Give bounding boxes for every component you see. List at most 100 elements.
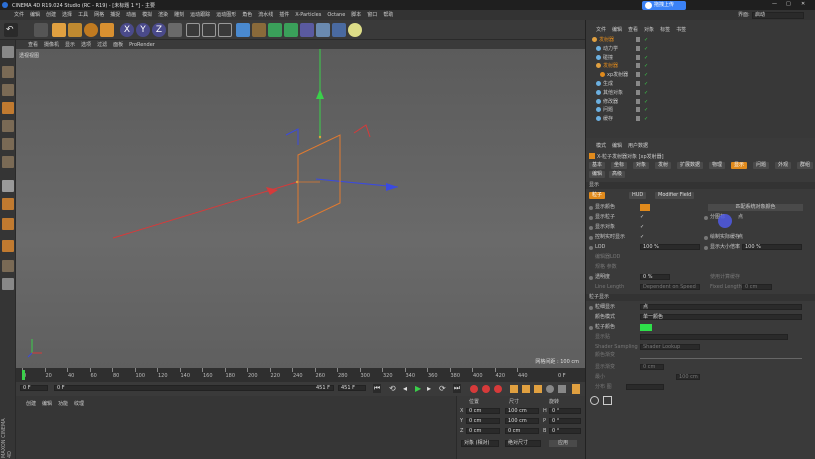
menu-item[interactable]: 工具: [78, 10, 88, 20]
enabled-check-icon[interactable]: ✓: [644, 36, 648, 44]
attribute-tab[interactable]: 外观: [775, 162, 792, 169]
object-manager-menu-item[interactable]: 书签: [676, 25, 686, 35]
render-settings-button[interactable]: [218, 23, 232, 37]
control-display-check[interactable]: ✓: [640, 235, 645, 240]
timeline-ruler[interactable]: 0204060801001201401601802002202402602803…: [16, 368, 585, 382]
enabled-check-icon[interactable]: ✓: [644, 45, 648, 53]
camera-icon[interactable]: [332, 23, 346, 37]
undo-button[interactable]: ↶: [4, 23, 18, 37]
rotate-button[interactable]: [84, 23, 98, 37]
lock-y-button[interactable]: Y: [136, 23, 150, 37]
display-subtab[interactable]: Modifier Field: [655, 192, 695, 199]
max-size-field[interactable]: 100 cm: [676, 374, 700, 380]
attribute-menu-item[interactable]: 编辑: [612, 141, 622, 151]
coord-position-field[interactable]: 0 cm: [466, 408, 500, 414]
particle-display-select[interactable]: 点: [640, 304, 802, 310]
brush-icon[interactable]: [2, 240, 14, 252]
visibility-dot-icon[interactable]: [636, 54, 640, 60]
coordinate-system-button[interactable]: [168, 23, 182, 37]
attribute-tab[interactable]: 高级: [609, 171, 626, 178]
snap-icon[interactable]: [2, 218, 14, 230]
next-frame-icon[interactable]: ▸: [427, 384, 431, 393]
lock-z-button[interactable]: Z: [152, 23, 166, 37]
line-length-select[interactable]: Dependent on Speed: [640, 284, 700, 290]
object-tree-row[interactable]: 其他对象 ✓: [592, 89, 812, 97]
perspective-viewport[interactable]: 透视视图 网格间距 : 100 cm: [16, 49, 585, 368]
fixed-length-field[interactable]: 0 cm: [742, 284, 772, 290]
coord-rotation-field[interactable]: 0 °: [549, 408, 581, 414]
key-position-icon[interactable]: [510, 385, 518, 393]
help-icon[interactable]: [590, 396, 599, 405]
object-tree-row[interactable]: 问题 ✓: [592, 106, 812, 114]
timeline-playhead[interactable]: [22, 370, 25, 380]
coord-position-field[interactable]: 0 cm: [466, 428, 500, 434]
anim-dot[interactable]: [589, 246, 593, 250]
anim-dot[interactable]: [589, 216, 593, 220]
object-tree-row[interactable]: 生成 ✓: [592, 80, 812, 88]
visibility-dot-icon[interactable]: [636, 37, 640, 42]
menu-item[interactable]: 编辑: [30, 10, 40, 20]
display-color-swatch[interactable]: [640, 204, 650, 211]
end-frame-field[interactable]: 451 F: [338, 385, 366, 391]
object-tree-row[interactable]: 发射器 ✓: [592, 36, 812, 44]
particle-color-swatch[interactable]: [640, 324, 652, 331]
light-icon[interactable]: [348, 23, 362, 37]
visibility-dot-icon[interactable]: [636, 63, 640, 69]
enabled-check-icon[interactable]: ✓: [644, 106, 648, 114]
menu-item[interactable]: 动画: [126, 10, 136, 20]
edges-mode-icon[interactable]: [2, 138, 14, 150]
menu-item[interactable]: 运动跟踪: [190, 10, 210, 20]
render-picture-viewer-button[interactable]: [202, 23, 216, 37]
menu-item[interactable]: 脚本: [351, 10, 361, 20]
attribute-tab[interactable]: 物理: [709, 162, 726, 169]
minimize-icon[interactable]: —: [772, 1, 777, 7]
coord-mode-select[interactable]: 对象 (相对): [461, 440, 499, 447]
texture-mode-icon[interactable]: [2, 84, 14, 96]
enabled-check-icon[interactable]: ✓: [644, 89, 648, 97]
object-tree-row[interactable]: 碰撞 ✓: [592, 54, 812, 62]
attribute-tab[interactable]: 坐标: [611, 162, 628, 169]
visibility-dot-icon[interactable]: [636, 107, 640, 113]
anim-dot[interactable]: [589, 306, 593, 310]
attribute-menu-item[interactable]: 模式: [596, 141, 606, 151]
model-mode-icon[interactable]: [2, 66, 14, 78]
upload-button[interactable]: 拖拽上传: [642, 1, 686, 10]
subdivision-icon[interactable]: [268, 23, 282, 37]
points-mode-icon[interactable]: [2, 120, 14, 132]
menu-item[interactable]: 流水线: [258, 10, 273, 20]
anim-dot[interactable]: [589, 226, 593, 230]
object-tree-row[interactable]: xp发射器 ✓: [592, 71, 812, 79]
coord-rotation-field[interactable]: 0 °: [549, 428, 581, 434]
anim-dot[interactable]: [589, 236, 593, 240]
transparency-field[interactable]: 0 %: [640, 274, 670, 280]
menu-item[interactable]: Octane: [327, 10, 345, 20]
object-tree-row[interactable]: 缓存 ✓: [592, 115, 812, 123]
visibility-dot-icon[interactable]: [636, 81, 640, 86]
menu-item[interactable]: 渲染: [158, 10, 168, 20]
visibility-dot-icon[interactable]: [636, 98, 640, 104]
show-particles-check[interactable]: ✓: [640, 215, 645, 220]
prev-key-icon[interactable]: ⟲: [389, 384, 397, 393]
autokey-icon[interactable]: [482, 385, 490, 393]
attribute-tab[interactable]: 问题: [753, 162, 770, 169]
color-gradient-ruler[interactable]: [640, 352, 802, 359]
show-gradient-field[interactable]: 0 cm: [640, 364, 664, 370]
display-subtab[interactable]: HUD: [629, 192, 647, 199]
anim-dot[interactable]: [704, 246, 708, 250]
menu-item[interactable]: 窗口: [367, 10, 377, 20]
menu-item[interactable]: 插件: [279, 10, 289, 20]
object-manager-menu-item[interactable]: 标签: [660, 25, 670, 35]
match-color-button[interactable]: 匹配系统对象颜色: [708, 204, 803, 211]
apply-button[interactable]: 应用: [549, 440, 577, 447]
attribute-tab[interactable]: 对象: [633, 162, 650, 169]
last-tool-button[interactable]: [100, 23, 114, 37]
object-manager-menu-item[interactable]: 对象: [644, 25, 654, 35]
polygons-mode-icon[interactable]: [2, 156, 14, 168]
attribute-tab[interactable]: 扩展数据: [677, 162, 704, 169]
frame-range-slider[interactable]: 0 F 451 F: [54, 385, 334, 391]
material-menu-item[interactable]: 纹理: [74, 399, 84, 409]
anim-dot[interactable]: [589, 326, 593, 330]
menu-item[interactable]: 网格: [94, 10, 104, 20]
move-button[interactable]: [52, 23, 66, 37]
enabled-check-icon[interactable]: ✓: [644, 115, 648, 123]
